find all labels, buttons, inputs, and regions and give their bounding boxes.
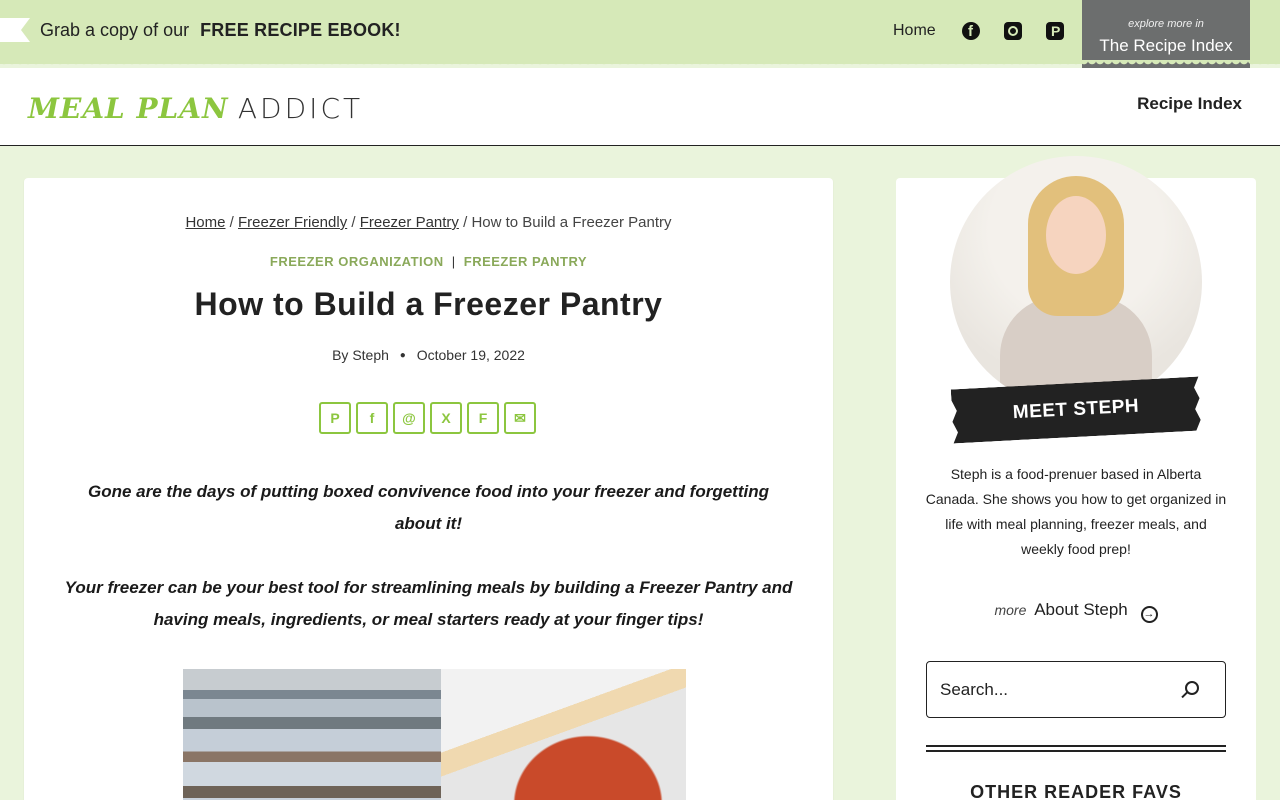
promo-bar: Grab a copy of our FREE RECIPE EBOOK! Ho… bbox=[0, 0, 1280, 78]
article-categories: FREEZER ORGANIZATION | FREEZER PANTRY bbox=[24, 254, 833, 269]
photo-face bbox=[1046, 196, 1106, 274]
breadcrumb-separator: / bbox=[463, 214, 468, 231]
share-flipboard-icon[interactable]: F bbox=[467, 402, 499, 434]
top-home-link[interactable]: Home bbox=[893, 22, 936, 40]
site-logo[interactable]: MEAL PLAN ADDICT bbox=[28, 92, 363, 126]
reader-favs-heading: OTHER READER FAVS bbox=[970, 782, 1182, 800]
recipe-index-subtitle: explore more in bbox=[1128, 18, 1204, 30]
instagram-icon[interactable] bbox=[1004, 22, 1022, 40]
logo-meal-plan: MEAL PLAN bbox=[28, 92, 229, 125]
nav-recipe-index[interactable]: Recipe Index bbox=[1137, 94, 1242, 114]
about-prefix: more bbox=[994, 602, 1027, 618]
site-header: MEAL PLAN ADDICT Recipe Index bbox=[0, 68, 1280, 146]
article-title: How to Build a Freezer Pantry bbox=[194, 286, 663, 322]
article-card: Home / Freezer Friendly / Freezer Pantry… bbox=[24, 178, 833, 800]
share-pinterest-icon[interactable]: P bbox=[319, 402, 351, 434]
breadcrumb: Home / Freezer Friendly / Freezer Pantry… bbox=[24, 214, 833, 231]
category-separator: | bbox=[451, 254, 456, 269]
breadcrumb-home[interactable]: Home bbox=[185, 214, 225, 231]
share-x-icon[interactable]: X bbox=[430, 402, 462, 434]
ribbon-flag-icon bbox=[0, 18, 30, 42]
pinterest-icon[interactable] bbox=[1046, 22, 1064, 40]
author-photo bbox=[950, 156, 1202, 408]
author-prefix: By bbox=[332, 347, 349, 363]
sidebar-search bbox=[926, 661, 1226, 718]
promo-ebook-link[interactable]: FREE RECIPE EBOOK! bbox=[200, 20, 401, 40]
promo-prefix: Grab a copy of our bbox=[40, 20, 190, 40]
breadcrumb-separator: / bbox=[229, 214, 234, 231]
hero-image bbox=[183, 669, 686, 800]
about-label: About Steph bbox=[1034, 600, 1128, 619]
facebook-icon[interactable] bbox=[962, 22, 980, 40]
breadcrumb-freezer-pantry[interactable]: Freezer Pantry bbox=[360, 214, 459, 231]
share-threads-icon[interactable]: @ bbox=[393, 402, 425, 434]
sauce-photo bbox=[441, 669, 686, 800]
category-link-freezer-organization[interactable]: FREEZER ORGANIZATION bbox=[270, 254, 444, 269]
zigzag-divider bbox=[0, 60, 1280, 68]
freezer-photo bbox=[183, 669, 441, 800]
category-link-freezer-pantry[interactable]: FREEZER PANTRY bbox=[464, 254, 587, 269]
author-link[interactable]: Steph bbox=[352, 347, 389, 363]
double-divider-top bbox=[926, 745, 1226, 747]
meet-steph-badge: MEET STEPH bbox=[951, 377, 1201, 444]
recipe-index-title: The Recipe Index bbox=[1099, 36, 1233, 55]
arrow-right-circle-icon: → bbox=[1140, 606, 1158, 623]
search-icon[interactable] bbox=[1185, 681, 1199, 695]
publish-date: October 19, 2022 bbox=[416, 347, 525, 363]
lead-paragraph-1: Gone are the days of putting boxed convi… bbox=[87, 482, 769, 533]
sidebar: MEET STEPH Steph is a food-prenuer based… bbox=[896, 156, 1256, 800]
promo-text: Grab a copy of our FREE RECIPE EBOOK! bbox=[40, 20, 401, 41]
search-input[interactable] bbox=[928, 663, 1168, 716]
breadcrumb-current: How to Build a Freezer Pantry bbox=[471, 214, 672, 231]
meta-dot: ● bbox=[399, 350, 406, 361]
share-email-icon[interactable]: ✉ bbox=[504, 402, 536, 434]
logo-addict: ADDICT bbox=[237, 92, 364, 125]
breadcrumb-freezer-friendly[interactable]: Freezer Friendly bbox=[238, 214, 347, 231]
share-facebook-icon[interactable]: f bbox=[356, 402, 388, 434]
double-divider-bottom bbox=[926, 750, 1226, 752]
about-steph-link[interactable]: more About Steph → bbox=[896, 600, 1256, 623]
share-buttons: P f @ X F ✉ bbox=[319, 402, 536, 434]
article-meta: By Steph ● October 19, 2022 bbox=[24, 347, 833, 363]
author-bio: Steph is a food-prenuer based in Alberta… bbox=[925, 466, 1227, 557]
lead-paragraph-2: Your freezer can be your best tool for s… bbox=[64, 578, 793, 629]
breadcrumb-separator: / bbox=[351, 214, 356, 231]
